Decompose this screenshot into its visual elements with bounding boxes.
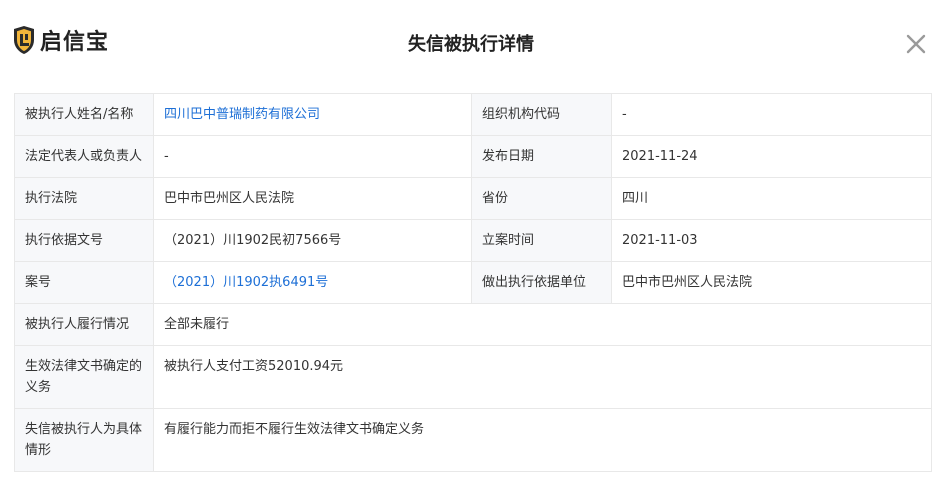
basis-unit-value: 巴中市巴州区人民法院: [611, 261, 932, 304]
province-label: 省份: [471, 177, 612, 220]
obligation-value: 被执行人支付工资52010.94元: [153, 345, 932, 409]
table-row: 执行法院 巴中市巴州区人民法院 省份 四川: [14, 177, 932, 220]
province-value: 四川: [611, 177, 932, 220]
table-row: 执行依据文号 （2021）川1902民初7566号 立案时间 2021-11-0…: [14, 219, 932, 262]
close-icon[interactable]: [904, 32, 928, 56]
table-row: 被执行人姓名/名称 四川巴中普瑞制药有限公司 组织机构代码 -: [14, 93, 932, 136]
case-no-link[interactable]: （2021）川1902执6491号: [164, 275, 328, 290]
table-row: 失信被执行人为具体情形 有履行能力而拒不履行生效法律文书确定义务: [14, 408, 932, 472]
name-label: 被执行人姓名/名称: [14, 93, 154, 136]
basis-unit-label: 做出执行依据单位: [471, 261, 612, 304]
performance-label: 被执行人履行情况: [14, 303, 154, 346]
org-code-value: -: [611, 93, 932, 136]
table-row: 法定代表人或负责人 - 发布日期 2021-11-24: [14, 135, 932, 178]
legal-rep-value: -: [153, 135, 472, 178]
filing-date-value: 2021-11-03: [611, 219, 932, 262]
detail-table: 被执行人姓名/名称 四川巴中普瑞制药有限公司 组织机构代码 - 法定代表人或负责…: [14, 93, 932, 472]
case-no-value: （2021）川1902执6491号: [153, 261, 472, 304]
publish-date-label: 发布日期: [471, 135, 612, 178]
court-label: 执行法院: [14, 177, 154, 220]
filing-date-label: 立案时间: [471, 219, 612, 262]
case-no-label: 案号: [14, 261, 154, 304]
table-row: 生效法律文书确定的义务 被执行人支付工资52010.94元: [14, 345, 932, 409]
circumstance-value: 有履行能力而拒不履行生效法律文书确定义务: [153, 408, 932, 472]
obligation-label: 生效法律文书确定的义务: [14, 345, 154, 409]
org-code-label: 组织机构代码: [471, 93, 612, 136]
legal-rep-label: 法定代表人或负责人: [14, 135, 154, 178]
dialog-header: 启信宝 失信被执行详情: [0, 0, 942, 82]
table-row: 被执行人履行情况 全部未履行: [14, 303, 932, 346]
name-value: 四川巴中普瑞制药有限公司: [153, 93, 472, 136]
company-name-link[interactable]: 四川巴中普瑞制药有限公司: [164, 107, 320, 122]
basis-doc-label: 执行依据文号: [14, 219, 154, 262]
performance-value: 全部未履行: [153, 303, 932, 346]
circumstance-label: 失信被执行人为具体情形: [14, 408, 154, 472]
page-title: 失信被执行详情: [408, 34, 534, 55]
table-row: 案号 （2021）川1902执6491号 做出执行依据单位 巴中市巴州区人民法院: [14, 261, 932, 304]
court-value: 巴中市巴州区人民法院: [153, 177, 472, 220]
basis-doc-value: （2021）川1902民初7566号: [153, 219, 472, 262]
publish-date-value: 2021-11-24: [611, 135, 932, 178]
